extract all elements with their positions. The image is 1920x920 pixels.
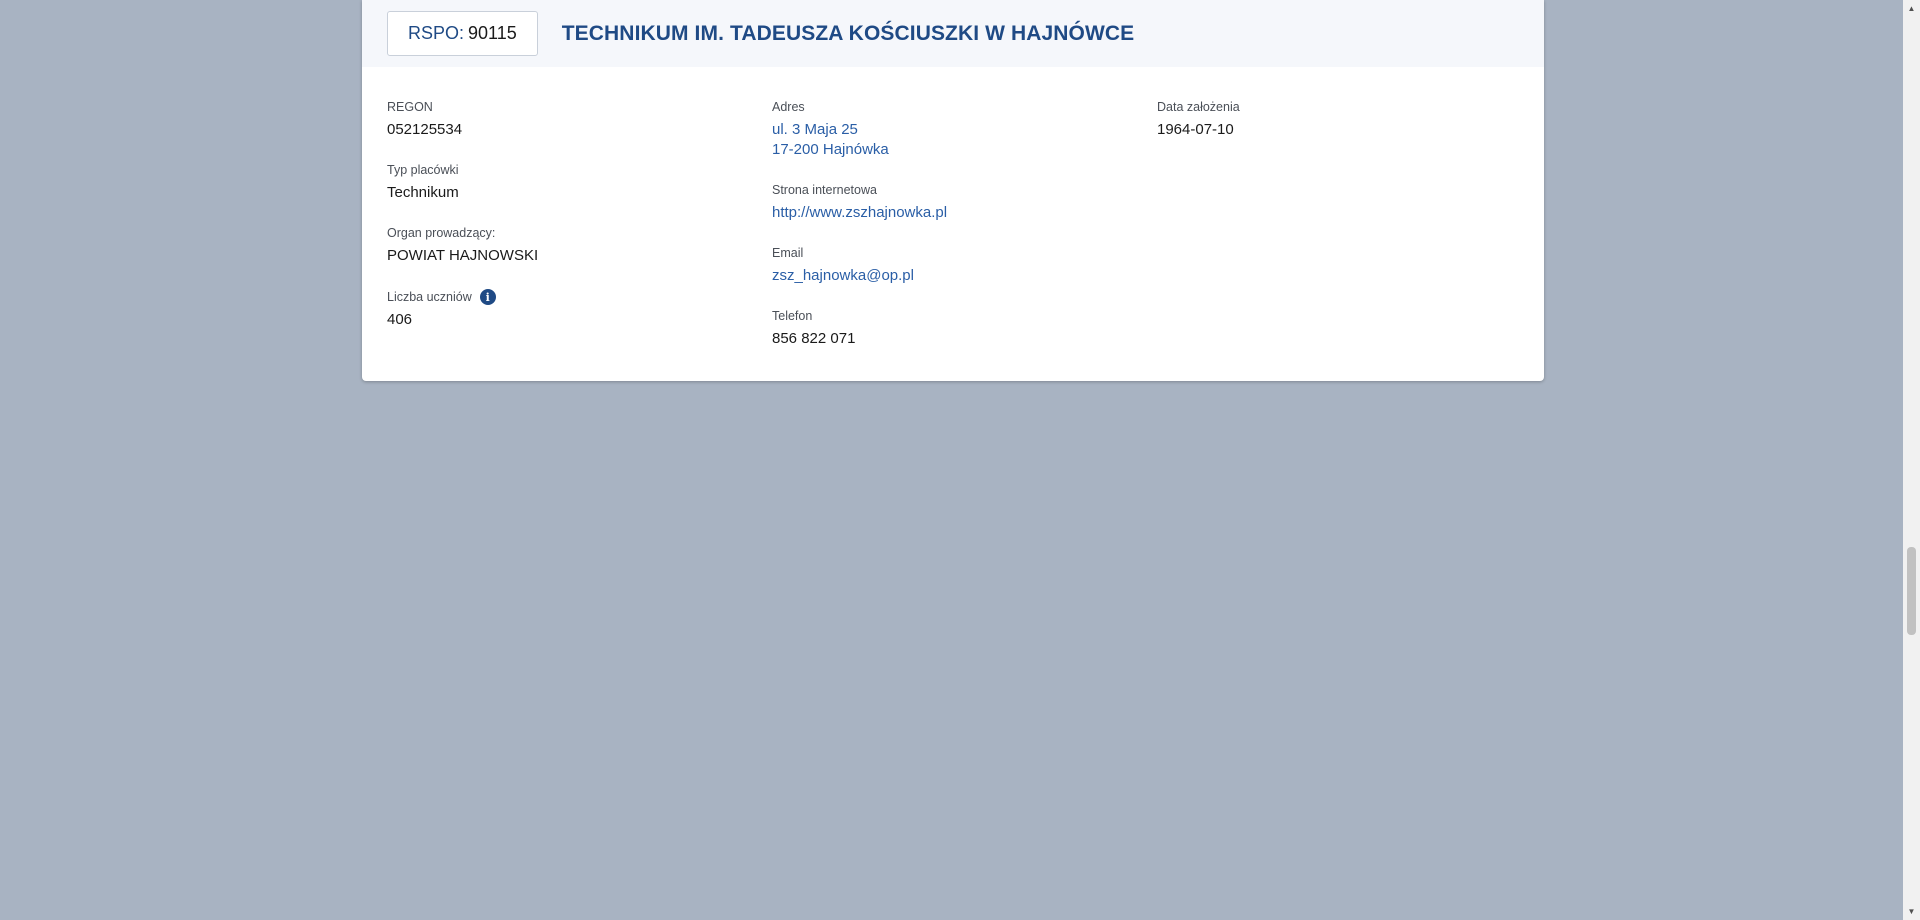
scroll-down-arrow-icon[interactable]: ▼ <box>1903 903 1920 920</box>
card-body: REGON 052125534 Typ placówki Technikum O… <box>362 67 1544 381</box>
vertical-scrollbar[interactable]: ▲ ▼ <box>1903 0 1920 920</box>
regon-label: REGON <box>387 100 433 114</box>
info-icon[interactable]: i <box>479 289 496 305</box>
rspo-badge: RSPO: 90115 <box>387 11 538 56</box>
email-field: Email zsz_hajnowka@op.pl <box>772 246 947 286</box>
scrollbar-thumb[interactable] <box>1907 547 1916 635</box>
scroll-up-arrow-icon[interactable]: ▲ <box>1903 0 1920 17</box>
website-link[interactable]: http://www.zszhajnowka.pl <box>772 203 947 223</box>
students-label: Liczba uczniów <box>387 289 472 304</box>
rspo-value: 90115 <box>468 23 517 43</box>
email-link[interactable]: zsz_hajnowka@op.pl <box>772 266 947 286</box>
address-label: Adres <box>772 100 805 114</box>
email-label: Email <box>772 246 804 260</box>
founded-value: 1964-07-10 <box>1157 121 1234 138</box>
address-link[interactable]: ul. 3 Maja 25 17-200 Hajnówka <box>772 120 947 160</box>
info-column-1: REGON 052125534 Typ placówki Technikum O… <box>387 100 538 330</box>
school-title: TECHNIKUM IM. TADEUSZA KOŚCIUSZKI W HAJN… <box>561 21 1135 45</box>
type-label: Typ placówki <box>387 163 459 177</box>
founded-label: Data założenia <box>1157 100 1240 114</box>
school-card: RSPO: 90115 TECHNIKUM IM. TADEUSZA KOŚCI… <box>362 0 1544 381</box>
phone-value: 856 822 071 <box>772 330 856 347</box>
regon-value: 052125534 <box>387 121 463 138</box>
regon-field: REGON 052125534 <box>387 100 538 140</box>
organ-label: Organ prowadzący: <box>387 226 496 240</box>
info-column-2: Adres ul. 3 Maja 25 17-200 Hajnówka Stro… <box>772 100 947 349</box>
organ-value: POWIAT HAJNOWSKI <box>387 247 539 264</box>
page: RSPO: 90115 TECHNIKUM IM. TADEUSZA KOŚCI… <box>0 0 1920 920</box>
website-label: Strona internetowa <box>772 183 877 197</box>
rspo-label: RSPO: <box>408 23 465 43</box>
card-header: RSPO: 90115 TECHNIKUM IM. TADEUSZA KOŚCI… <box>362 0 1544 67</box>
founded-field: Data założenia 1964-07-10 <box>1157 100 1240 140</box>
phone-label: Telefon <box>772 309 813 323</box>
address-line-2: 17-200 Hajnówka <box>772 141 889 158</box>
phone-field: Telefon 856 822 071 <box>772 309 947 349</box>
address-line-1: ul. 3 Maja 25 <box>772 121 858 138</box>
organ-field: Organ prowadzący: POWIAT HAJNOWSKI <box>387 226 538 266</box>
website-field: Strona internetowa http://www.zszhajnowk… <box>772 183 947 223</box>
students-label-row: Liczba uczniów i <box>387 289 538 305</box>
students-field: Liczba uczniów i 406 <box>387 289 538 330</box>
students-value: 406 <box>387 311 413 328</box>
info-column-3: Data założenia 1964-07-10 <box>1157 100 1240 140</box>
type-field: Typ placówki Technikum <box>387 163 538 203</box>
type-value: Technikum <box>387 184 459 201</box>
address-field: Adres ul. 3 Maja 25 17-200 Hajnówka <box>772 100 947 160</box>
